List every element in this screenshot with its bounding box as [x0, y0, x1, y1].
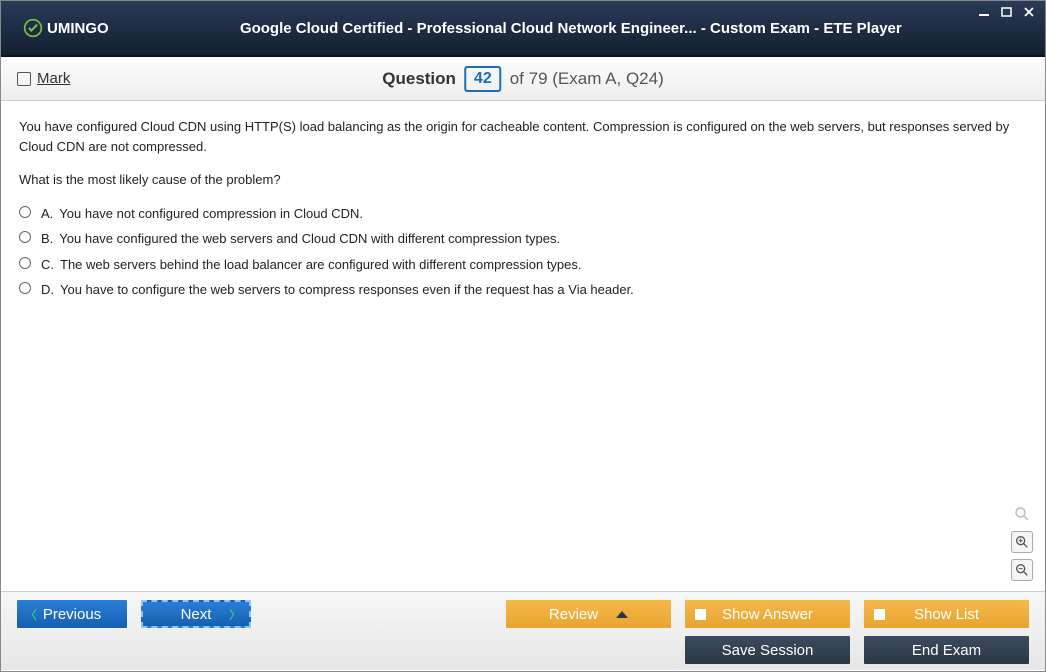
- previous-label: Previous: [43, 606, 101, 623]
- show-list-button[interactable]: Show List: [864, 600, 1029, 628]
- option-letter: D.: [41, 280, 54, 300]
- question-label: Question: [382, 69, 456, 89]
- option-letter: C.: [41, 255, 54, 275]
- triangle-up-icon: [616, 611, 628, 618]
- titlebar: UMINGO Google Cloud Certified - Professi…: [1, 1, 1045, 57]
- check-icon: [23, 18, 43, 38]
- end-exam-label: End Exam: [912, 642, 981, 659]
- question-counter: Question 42 of 79 (Exam A, Q24): [382, 66, 663, 92]
- radio-icon: [19, 257, 31, 269]
- brand-text: UMINGO: [47, 20, 109, 37]
- chevron-left-icon: 〈: [25, 606, 37, 623]
- question-header: Mark Question 42 of 79 (Exam A, Q24): [1, 57, 1045, 101]
- zoom-out-button[interactable]: [1011, 559, 1033, 581]
- show-answer-button[interactable]: Show Answer: [685, 600, 850, 628]
- show-answer-label: Show Answer: [722, 606, 813, 623]
- show-list-label: Show List: [914, 606, 979, 623]
- radio-icon: [19, 282, 31, 294]
- radio-icon: [19, 231, 31, 243]
- review-label: Review: [549, 606, 598, 623]
- option-text: The web servers behind the load balancer…: [60, 255, 582, 275]
- option-b[interactable]: B. You have configured the web servers a…: [19, 229, 1027, 249]
- radio-icon: [19, 206, 31, 218]
- question-number[interactable]: 42: [464, 66, 502, 92]
- checkbox-icon: [17, 72, 31, 86]
- mark-label: Mark: [37, 70, 70, 87]
- brand-logo: UMINGO: [23, 18, 109, 38]
- maximize-button[interactable]: [999, 5, 1015, 19]
- end-exam-button[interactable]: End Exam: [864, 636, 1029, 664]
- footer: 〈 Previous Next 〉 Review Show Answer Sho…: [1, 591, 1045, 670]
- zoom-tools: [1011, 503, 1033, 581]
- question-body: You have configured Cloud CDN using HTTP…: [19, 117, 1027, 156]
- option-letter: B.: [41, 229, 53, 249]
- save-session-button[interactable]: Save Session: [685, 636, 850, 664]
- option-letter: A.: [41, 204, 53, 224]
- close-button[interactable]: [1021, 5, 1037, 19]
- option-text: You have not configured compression in C…: [59, 204, 363, 224]
- mark-checkbox[interactable]: Mark: [17, 70, 70, 87]
- option-text: You have to configure the web servers to…: [60, 280, 634, 300]
- window-controls: [977, 5, 1037, 19]
- review-button[interactable]: Review: [506, 600, 671, 628]
- checkbox-icon: [695, 609, 706, 620]
- option-d[interactable]: D. You have to configure the web servers…: [19, 280, 1027, 300]
- search-icon[interactable]: [1011, 503, 1033, 525]
- option-c[interactable]: C. The web servers behind the load balan…: [19, 255, 1027, 275]
- minimize-button[interactable]: [977, 5, 993, 19]
- save-session-label: Save Session: [722, 642, 814, 659]
- question-prompt: What is the most likely cause of the pro…: [19, 170, 1027, 190]
- window-title: Google Cloud Certified - Professional Cl…: [109, 20, 1033, 37]
- next-label: Next: [181, 606, 212, 623]
- checkbox-icon: [874, 609, 885, 620]
- question-content: You have configured Cloud CDN using HTTP…: [1, 101, 1045, 591]
- next-button[interactable]: Next 〉: [141, 600, 251, 628]
- options-group: A. You have not configured compression i…: [19, 204, 1027, 300]
- chevron-right-icon: 〉: [229, 606, 241, 623]
- previous-button[interactable]: 〈 Previous: [17, 600, 127, 628]
- option-a[interactable]: A. You have not configured compression i…: [19, 204, 1027, 224]
- option-text: You have configured the web servers and …: [59, 229, 560, 249]
- zoom-in-button[interactable]: [1011, 531, 1033, 553]
- question-total: of 79 (Exam A, Q24): [510, 69, 664, 89]
